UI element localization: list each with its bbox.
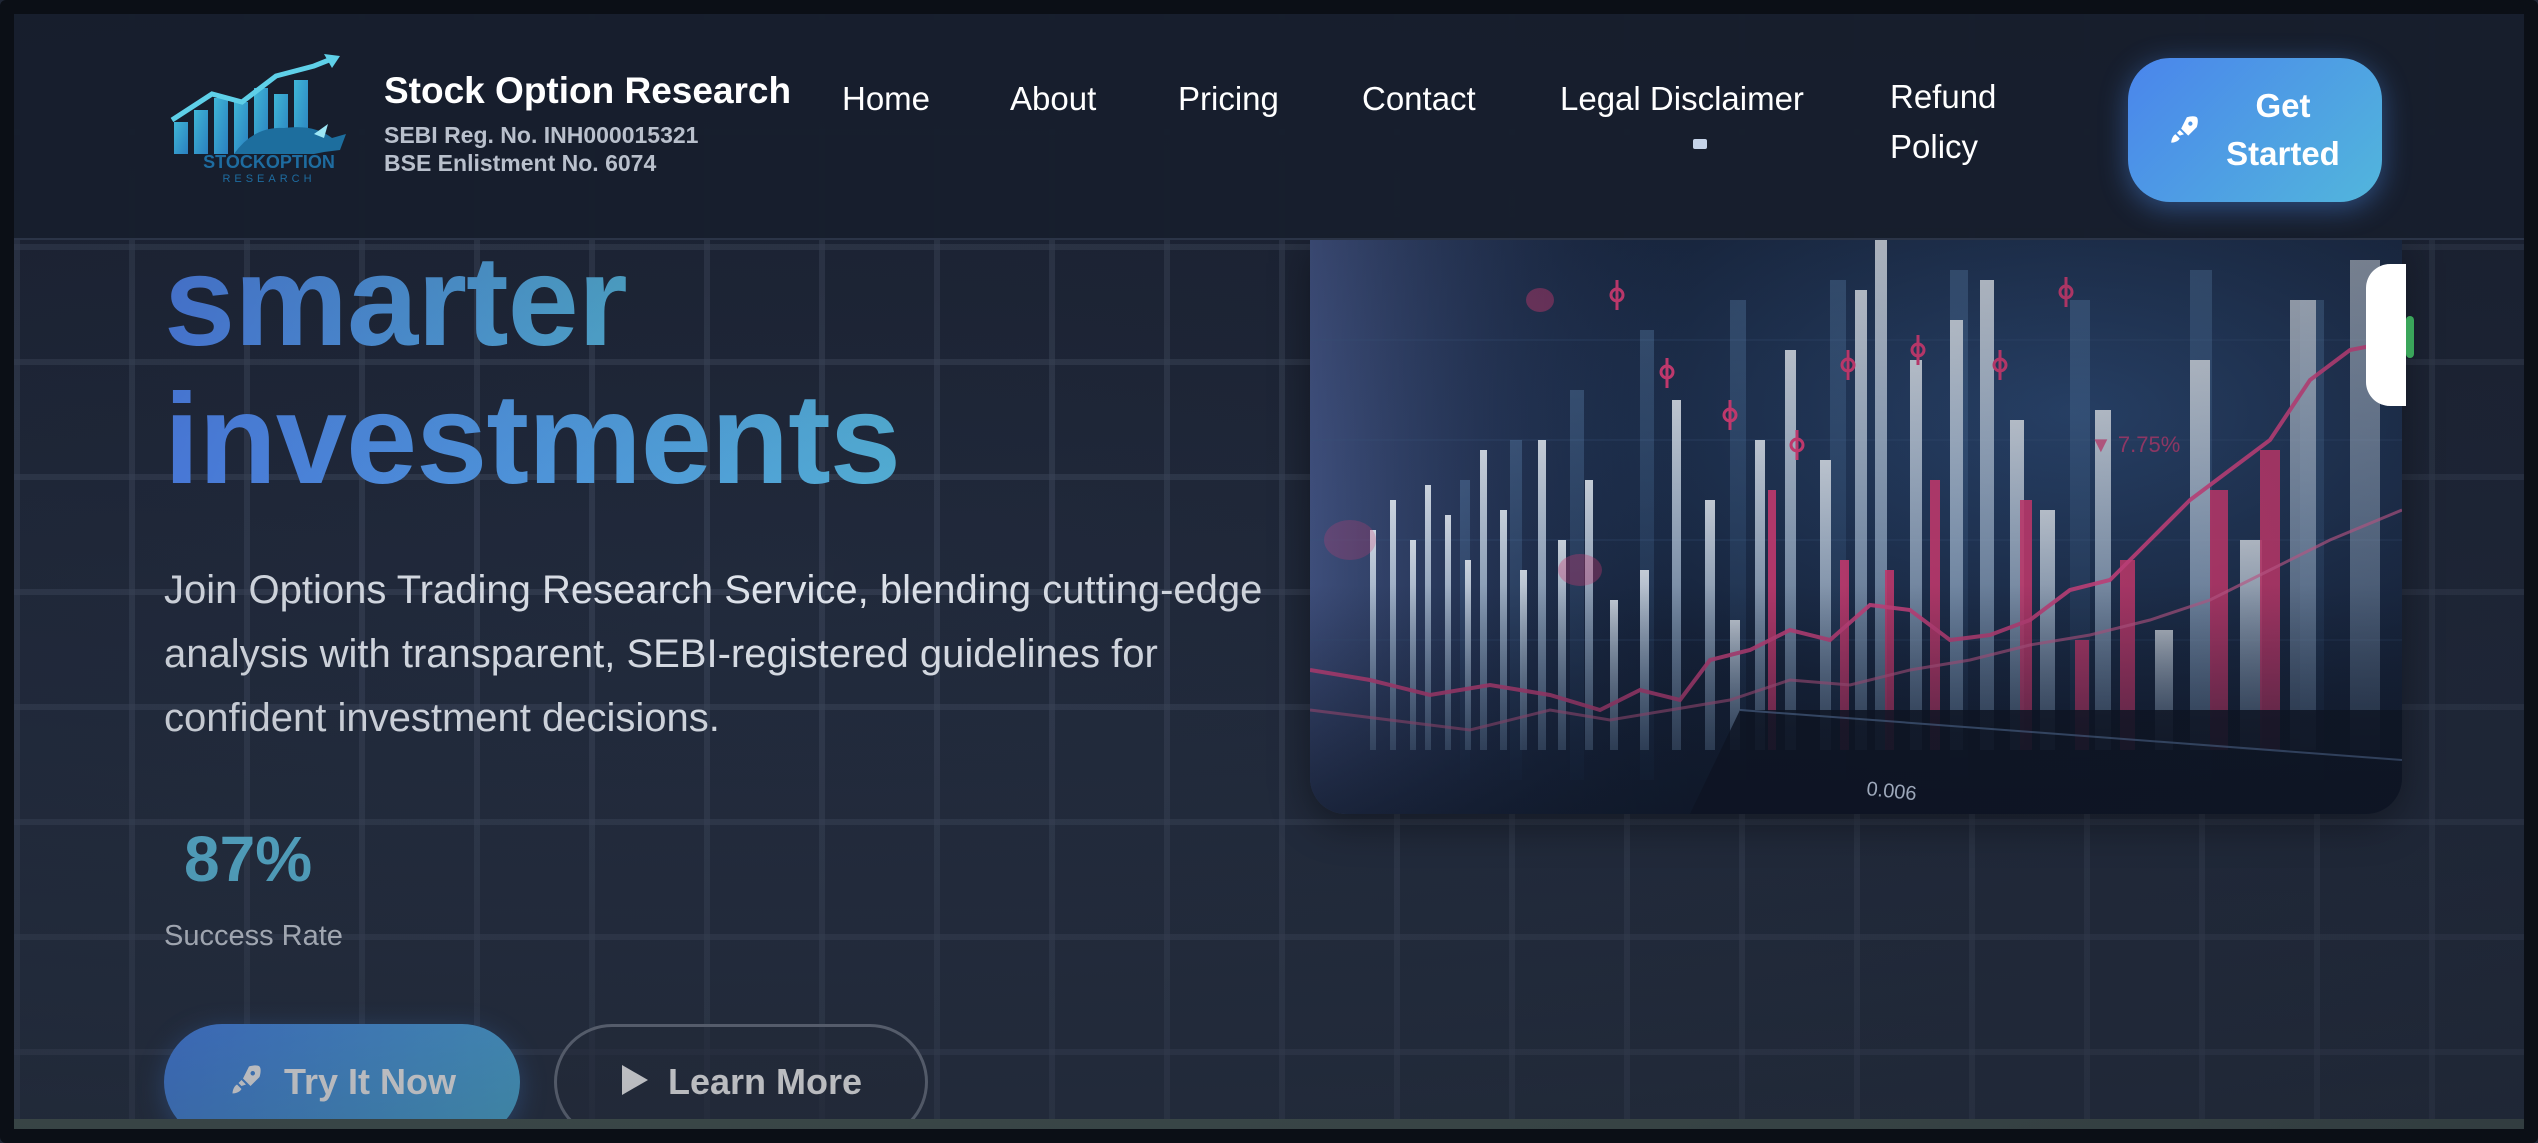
page-bottom-edge (14, 1119, 2524, 1129)
play-icon (620, 1063, 650, 1102)
get-started-label: Get Started (2226, 87, 2340, 172)
get-started-button[interactable]: Get Started (2128, 58, 2382, 202)
svg-text:RESEARCH: RESEARCH (222, 173, 315, 184)
brand-name[interactable]: Stock Option Research (384, 70, 791, 112)
nav-about[interactable]: About (1010, 80, 1096, 118)
rocket-icon (228, 1062, 264, 1103)
nav-home[interactable]: Home (842, 80, 930, 118)
hero-description: Join Options Trading Research Service, b… (164, 568, 1263, 740)
chevron-down-icon[interactable] (1693, 139, 1707, 149)
nav-legal-disclaimer[interactable]: Legal Disclaimer (1560, 80, 1804, 118)
sebi-registration: SEBI Reg. No. INH000015321 (384, 122, 699, 148)
page-frame: STOCKOPTION RESEARCH Stock Option Resear… (0, 0, 2538, 1143)
learn-more-label: Learn More (667, 1061, 863, 1102)
success-rate-label: Success Rate (164, 920, 343, 952)
top-navbar: STOCKOPTION RESEARCH Stock Option Resear… (14, 14, 2524, 240)
hero-headline-line1: smarter (164, 230, 628, 373)
bull-chart-logo-icon[interactable]: STOCKOPTION RESEARCH (164, 54, 374, 185)
stock-chart-hero-image: 0.006 ▼ 7.75% (1310, 240, 2402, 814)
svg-text:STOCKOPTION: STOCKOPTION (203, 152, 335, 172)
side-floating-card[interactable] (2366, 264, 2414, 406)
rocket-icon (2167, 113, 2201, 147)
bse-enlistment: BSE Enlistment No. 6074 (384, 150, 657, 176)
try-it-now-label: Try It Now (283, 1061, 457, 1102)
nav-contact[interactable]: Contact (1362, 80, 1476, 118)
chart-delta-tag: ▼ 7.75% (2090, 432, 2180, 457)
success-rate-value: 87% (184, 823, 313, 895)
nav-pricing[interactable]: Pricing (1178, 80, 1279, 118)
hero-headline-line2: investments (164, 368, 901, 511)
nav-refund-policy[interactable]: Refund Policy (1890, 72, 2020, 172)
